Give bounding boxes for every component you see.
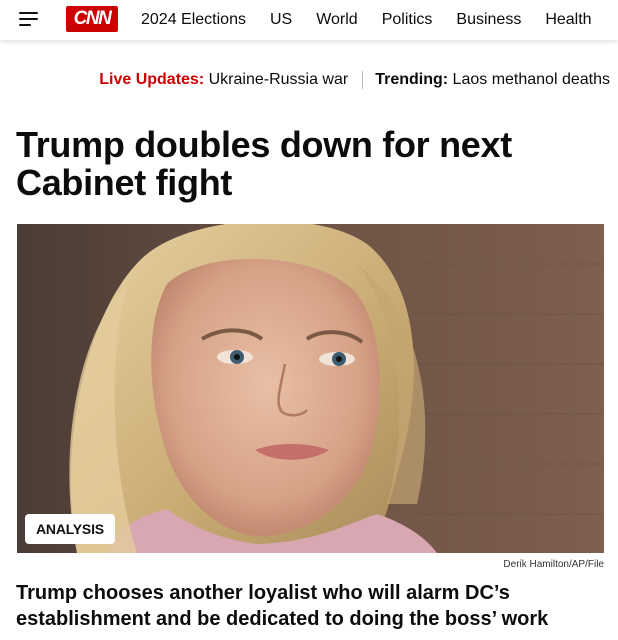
trending-link[interactable]: Laos methanol deaths [453,71,610,89]
trending-label: Trending: [375,71,449,88]
nav-item-health[interactable]: Health [545,11,591,29]
nav-item-2024-elections[interactable]: 2024 Elections [141,11,246,29]
live-updates-label: Live Updates: [99,71,205,88]
menu-icon[interactable] [19,11,39,27]
nav-item-us[interactable]: US [270,11,292,29]
top-navigation-bar: CNN 2024 Elections US World Politics Bus… [0,0,618,40]
ticker-divider [362,71,364,89]
hero-photo-illustration [17,224,604,553]
nav-item-politics[interactable]: Politics [382,11,433,29]
photo-credit: Derik Hamilton/AP/File [503,559,604,570]
hero-image[interactable] [17,224,604,553]
news-ticker: Live Updates: Ukraine-Russia war Trendin… [99,71,610,89]
nav-item-world[interactable]: World [316,11,358,29]
nav-item-business[interactable]: Business [456,11,521,29]
article-headline[interactable]: Trump doubles down for next Cabinet figh… [16,126,606,202]
main-nav: 2024 Elections US World Politics Busines… [141,0,616,40]
cnn-logo[interactable]: CNN [66,6,118,32]
article-subheadline[interactable]: Trump chooses another loyalist who will … [16,580,612,632]
live-updates-link[interactable]: Ukraine-Russia war [209,71,349,89]
logo-text: CNN [73,8,112,29]
analysis-badge: ANALYSIS [25,514,115,544]
